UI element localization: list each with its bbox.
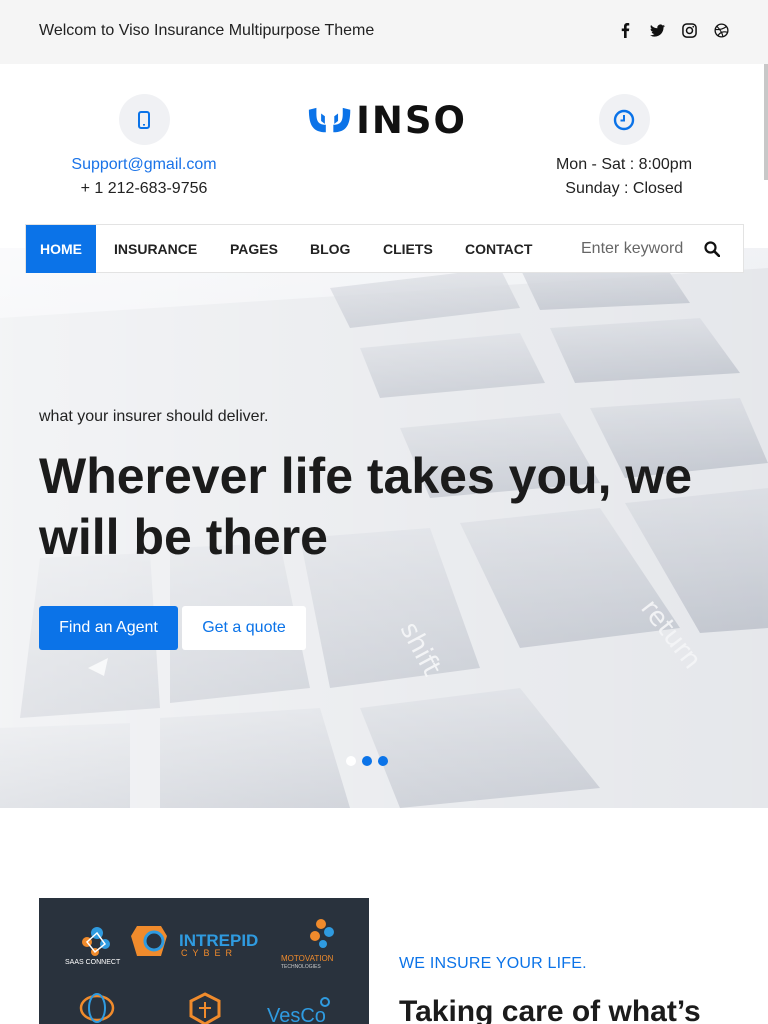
svg-text:CYBER: CYBER [181,948,237,958]
saas-connect-logo: SAAS CONNECT [65,927,121,966]
svg-text:TECHNOLOGIES: TECHNOLOGIES [281,964,321,970]
slider-dot-1[interactable] [346,756,356,766]
nav-item-pages[interactable]: PAGES [230,225,278,273]
hours-sunday: Sunday : Closed [565,180,683,197]
clock-icon [598,94,650,145]
contact-info: Support@gmail.com + 1 212-683-9756 [44,94,244,201]
phone-icon [118,94,170,145]
svg-text:SAAS CONNECT: SAAS CONNECT [65,959,121,966]
about-subtitle: WE INSURE YOUR LIFE. [399,955,587,972]
support-email-link[interactable]: Support@gmail.com [44,153,244,177]
about-title: Taking care of what’s [399,995,701,1024]
search-icon[interactable] [704,241,720,257]
dribbble-icon[interactable] [713,21,730,40]
hours-weekday: Mon - Sat : 8:00pm [555,156,693,173]
search-input[interactable] [581,237,706,261]
slider-dot-2[interactable] [362,756,372,766]
nav-item-insurance[interactable]: INSURANCE [114,225,197,273]
nav-item-home[interactable]: HOME [26,225,96,273]
nav-item-contact[interactable]: CONTACT [465,225,532,273]
scrollbar[interactable] [764,64,768,180]
facebook-icon[interactable] [617,21,634,40]
slider-dot-3[interactable] [378,756,388,766]
main-navigation: HOME INSURANCE PAGES BLOG CLIETS CONTACT [25,224,744,273]
site-logo[interactable]: INSO [307,101,467,141]
slider-pagination [346,756,388,766]
logo-text: INSO [356,99,467,142]
nav-search [581,225,743,273]
nav-item-blog[interactable]: BLOG [310,225,350,273]
hero-subtitle: what your insurer should deliver. [39,408,269,425]
hexagon-logo [189,992,221,1024]
svg-text:MOTOVATION: MOTOVATION [281,954,334,963]
get-quote-button[interactable]: Get a quote [182,606,306,650]
opening-hours: Mon - Sat : 8:00pm Sunday : Closed [524,94,724,201]
social-links [617,21,730,40]
logo-hands-icon [308,107,351,133]
find-agent-button[interactable]: Find an Agent [39,606,178,650]
phone-number: + 1 212-683-9756 [80,180,208,197]
instagram-icon[interactable] [681,21,698,40]
vesco-logo: VesCo [267,997,330,1024]
partner-logos-image: SAAS CONNECT INTREPID CYBER MOTOVATION T… [39,898,369,1024]
motovation-logo: MOTOVATION TECHNOLOGIES [281,919,334,970]
nav-item-cliets[interactable]: CLIETS [383,225,433,273]
top-bar: Welcom to Viso Insurance Multipurpose Th… [0,0,768,64]
twitter-icon[interactable] [649,21,666,40]
intrepid-cyber-logo: INTREPID CYBER [131,926,258,958]
welcome-text: Welcom to Viso Insurance Multipurpose Th… [39,22,375,39]
globe-logo [79,993,115,1023]
hero-title: Wherever life takes you, we will be ther… [39,448,693,565]
svg-text:VesCo: VesCo [267,1005,326,1024]
